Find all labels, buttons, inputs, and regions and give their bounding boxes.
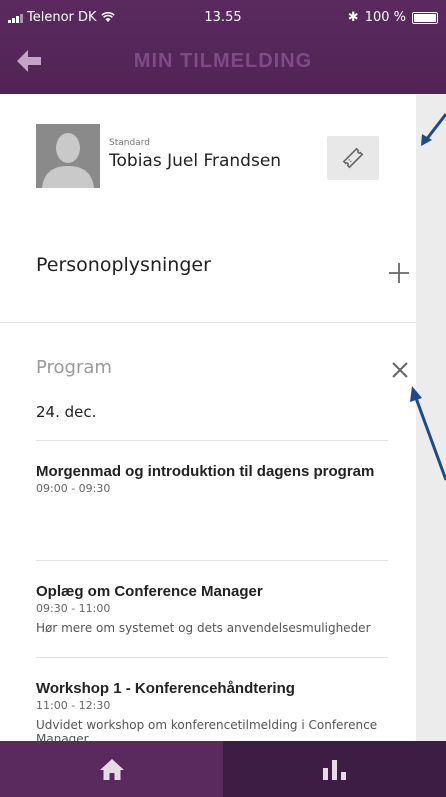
program-item-description: Hør mere om systemet og dets anvendelses… (36, 621, 371, 635)
registration-type: Standard (109, 138, 150, 148)
program-item-description: Udvidet workshop om konferencetilmelding… (36, 718, 378, 741)
program-item-time: 11:00 - 12:30 (36, 699, 111, 712)
tab-stats[interactable] (223, 741, 446, 797)
program-item[interactable]: Workshop 1 - Konferencehåndtering 11:00 … (36, 657, 388, 741)
program-item[interactable]: Oplæg om Conference Manager 09:30 - 11:0… (36, 560, 388, 658)
page-title: MIN TILMELDING (133, 50, 313, 72)
close-icon[interactable] (391, 361, 409, 379)
plus-icon[interactable] (388, 262, 410, 284)
user-name: Tobias Juel Frandsen (109, 151, 282, 171)
ticket-button[interactable] (327, 136, 379, 180)
home-icon (99, 759, 124, 780)
user-card: Standard Tobias Juel Frandsen (0, 94, 416, 227)
person-icon (36, 124, 100, 188)
program-item[interactable]: Morgenmad og introduktion til dagens pro… (36, 440, 388, 561)
personal-info-section[interactable]: Personoplysninger (0, 226, 416, 323)
battery-percent: 100 % (364, 10, 406, 25)
status-right: ✱ 100 % (348, 10, 438, 25)
bar-chart-icon (322, 760, 346, 780)
bluetooth-icon: ✱ (347, 10, 359, 25)
program-item-title: Oplæg om Conference Manager (36, 583, 263, 600)
program-item-title: Morgenmad og introduktion til dagens pro… (36, 463, 375, 480)
battery-icon (412, 11, 438, 24)
program-date: 24. dec. (36, 403, 97, 421)
annotation-arrow-ticket (421, 113, 446, 146)
program-item-title: Workshop 1 - Konferencehåndtering (36, 680, 295, 697)
personal-info-title: Personoplysninger (36, 254, 211, 276)
program-section: Program 24. dec. Morgenmad og introdukti… (0, 323, 416, 741)
program-item-time: 09:00 - 09:30 (36, 482, 111, 495)
main-content: Standard Tobias Juel Frandsen Personoply… (0, 94, 416, 741)
avatar (36, 124, 100, 188)
program-item-time: 09:30 - 11:00 (36, 602, 111, 615)
bottom-nav (0, 741, 446, 797)
tab-home[interactable] (0, 741, 223, 797)
app-header: Telenor DK 13.55 ✱ 100 % MIN TILMELDING (0, 0, 446, 94)
annotation-arrow-close (410, 386, 446, 481)
program-title: Program (36, 357, 112, 378)
ticket-icon (342, 147, 364, 169)
status-bar: Telenor DK 13.55 ✱ 100 % (0, 10, 446, 32)
